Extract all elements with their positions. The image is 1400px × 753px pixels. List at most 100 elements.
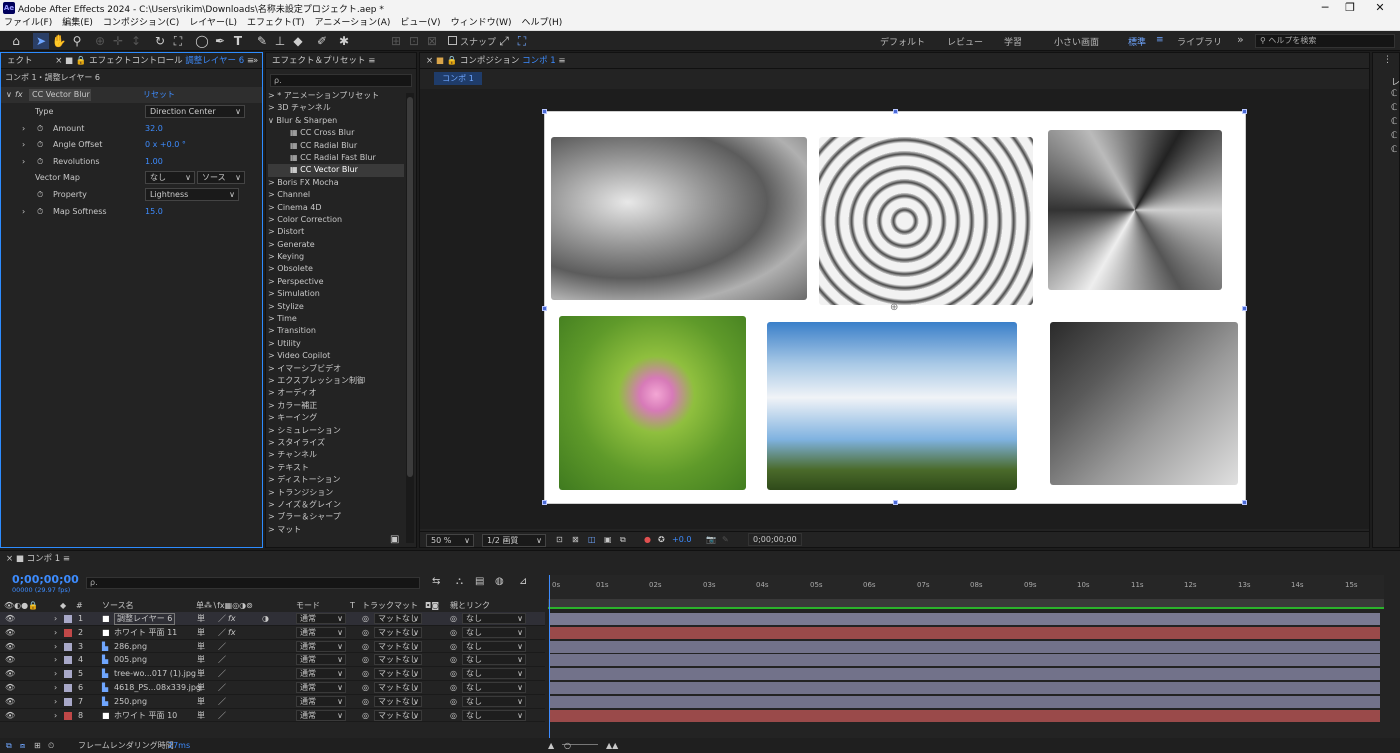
list-item[interactable]: ▦ CC Radial Blur <box>268 140 404 152</box>
track-matte-dropdown[interactable]: マットなし ∨ <box>374 709 422 721</box>
pickwhip-icon[interactable]: ◎ <box>362 709 369 723</box>
menu-layer[interactable]: レイヤー(L) <box>189 16 237 30</box>
parent-dropdown[interactable]: なし ∨ <box>462 654 526 666</box>
zoom-tool-icon[interactable]: ⚲ <box>69 33 85 49</box>
pan-camera-icon[interactable]: ✛ <box>110 33 126 49</box>
list-item[interactable]: ▦ CC Cross Blur <box>268 127 404 139</box>
shy-switch-icon[interactable]: 単 <box>197 640 205 654</box>
list-item[interactable]: > ノイズ＆グレイン <box>268 499 404 511</box>
frame-blending-icon[interactable]: ▤ <box>475 576 484 587</box>
list-item[interactable]: > キーイング <box>268 412 404 424</box>
menu-edit[interactable]: 編集(E) <box>62 16 93 30</box>
comp-mini-flowchart-icon[interactable]: ⇆ <box>432 576 440 587</box>
track-matte-dropdown[interactable]: マットなし ∨ <box>374 613 422 624</box>
list-item[interactable]: > マット <box>268 524 404 536</box>
layer-name[interactable]: 250.png <box>114 695 147 709</box>
list-item[interactable]: > チャンネル <box>268 449 404 461</box>
list-item[interactable]: > Time <box>268 313 404 325</box>
composition-viewer[interactable]: ⊕ <box>420 89 1369 529</box>
transparency-grid-icon[interactable]: ⊠ <box>572 532 579 548</box>
list-item[interactable]: > Simulation <box>268 288 404 300</box>
lock-icon[interactable]: 🔒 <box>447 56 460 66</box>
layer-name[interactable]: 286.png <box>114 640 147 654</box>
pickwhip-icon[interactable]: ◎ <box>362 653 369 667</box>
list-item[interactable]: > Cinema 4D <box>268 202 404 214</box>
parent-dropdown[interactable]: なし ∨ <box>462 640 526 652</box>
current-time-display[interactable]: 0;00;00;00 <box>12 573 79 586</box>
layer-name[interactable]: ホワイト 平面 10 <box>114 709 177 723</box>
parent-dropdown[interactable]: なし ∨ <box>462 613 526 624</box>
expand-layer-icon[interactable]: › <box>54 612 57 626</box>
timeline-tab[interactable]: × ■ コンポ 1 ≡ <box>0 551 70 567</box>
expand-layer-icon[interactable]: › <box>54 626 57 640</box>
channel-icon[interactable]: ⧉ <box>620 532 626 548</box>
revolutions-value[interactable]: 1.00 <box>145 154 163 170</box>
transform-handle[interactable] <box>893 500 898 505</box>
fx-switch-icon[interactable]: fx <box>228 626 236 640</box>
list-item[interactable]: > Channel <box>268 189 404 201</box>
comp-timecode[interactable]: 0;00;00;00 <box>748 533 802 546</box>
track-matte-dropdown[interactable]: マットなし ∨ <box>374 695 422 707</box>
source-name-header[interactable]: ソース名 <box>102 599 134 612</box>
close-icon[interactable]: ✕ <box>1360 1 1400 14</box>
time-ruler[interactable]: 0s 01s 02s 03s 04s 05s 06s 07s 08s 09s 1… <box>548 575 1384 599</box>
quality-switch-icon[interactable]: ／ <box>218 612 226 626</box>
expand-panels-icon[interactable]: » <box>253 53 258 69</box>
collapsed-panel-icon[interactable]: ℂ <box>1391 117 1397 127</box>
quality-switch-icon[interactable]: ／ <box>218 709 226 723</box>
quality-switch-icon[interactable]: ／ <box>218 681 226 695</box>
label-color-swatch[interactable] <box>64 656 72 665</box>
layer-duration-bar[interactable] <box>550 682 1380 694</box>
amount-value[interactable]: 32.0 <box>145 121 163 137</box>
parent-dropdown[interactable]: なし ∨ <box>462 695 526 707</box>
list-item-selected[interactable]: ▦ CC Vector Blur <box>268 164 404 177</box>
stopwatch-icon[interactable]: ⏱ <box>37 121 43 137</box>
selection-tool-icon[interactable]: ➤ <box>33 33 49 49</box>
zoom-dropdown[interactable]: 50 % ∨ <box>426 534 474 547</box>
more-workspaces-icon[interactable]: » <box>1237 33 1244 46</box>
label-color-swatch[interactable] <box>64 670 72 679</box>
shy-switch-icon[interactable]: 単 <box>197 681 205 695</box>
expand-layer-icon[interactable]: › <box>54 709 57 723</box>
motion-blur-icon[interactable]: ◍ <box>495 576 504 587</box>
ellipse-tool-icon[interactable]: ◯ <box>194 33 210 49</box>
quality-switch-icon[interactable]: ／ <box>218 640 226 654</box>
pickwhip-icon[interactable]: ◎ <box>362 695 369 709</box>
effect-header-row[interactable]: ∨ fx CC Vector Blur リセット <box>1 87 262 103</box>
workspace-standard[interactable]: 標準 <box>1128 35 1146 48</box>
local-axis-icon[interactable]: ⊞ <box>388 33 404 49</box>
zoom-slider-thumb[interactable]: ○ <box>564 738 571 753</box>
layer-search-input[interactable]: ρ. <box>86 577 420 589</box>
reset-exposure-icon[interactable]: ✪ <box>658 532 665 548</box>
mode-dropdown[interactable]: 通常 ∨ <box>296 668 346 680</box>
close-tab-icon[interactable]: × <box>6 554 16 564</box>
eraser-tool-icon[interactable]: ◆ <box>290 33 306 49</box>
mode-dropdown[interactable]: 通常 ∨ <box>296 626 346 638</box>
list-item[interactable]: ∨ Blur & Sharpen <box>268 115 404 127</box>
list-item[interactable]: > Generate <box>268 239 404 251</box>
close-tab-icon[interactable]: × <box>55 56 62 66</box>
workspace-learn[interactable]: 学習 <box>1004 35 1022 48</box>
layer-duration-bar[interactable] <box>550 626 1380 639</box>
pickwhip-icon[interactable]: ◎ <box>362 667 369 681</box>
stopwatch-icon[interactable]: ⏱ <box>37 154 43 170</box>
resolution-dropdown[interactable]: 1/2 画質 ∨ <box>482 534 546 547</box>
panel-menu-icon[interactable]: ⋮ <box>1383 55 1392 65</box>
comp-canvas[interactable]: ⊕ <box>542 109 1247 505</box>
shy-switch-icon[interactable]: 単 <box>197 667 205 681</box>
parent-pickwhip-icon[interactable]: ◎ <box>450 640 457 654</box>
orbit-camera-icon[interactable]: ⊕ <box>92 33 108 49</box>
expand-prop-icon[interactable]: › <box>22 121 25 137</box>
layer-duration-bar[interactable] <box>550 654 1380 667</box>
brush-tool-icon[interactable]: ✎ <box>254 33 270 49</box>
track-matte-dropdown[interactable]: マットなし ∨ <box>374 668 422 680</box>
new-folder-icon[interactable]: ▣ <box>390 534 399 545</box>
color-management-icon[interactable]: ● <box>644 532 651 548</box>
list-item[interactable]: > オーディオ <box>268 387 404 399</box>
visibility-eye-icon[interactable]: 👁 <box>5 667 15 681</box>
layer-name[interactable]: ホワイト 平面 11 <box>114 626 177 640</box>
lock-icon[interactable]: ■ 🔒 <box>65 56 86 66</box>
composition-tab[interactable]: × ■ 🔒 コンポジション コンポ 1 ≡ <box>420 53 1369 69</box>
table-row[interactable]: 👁 › 8 ■ ホワイト 平面 10 単／通常 ∨ ◎ マットなし ∨ ◎ なし ∨ <box>0 709 545 723</box>
quality-switch-icon[interactable]: ／ <box>218 695 226 709</box>
